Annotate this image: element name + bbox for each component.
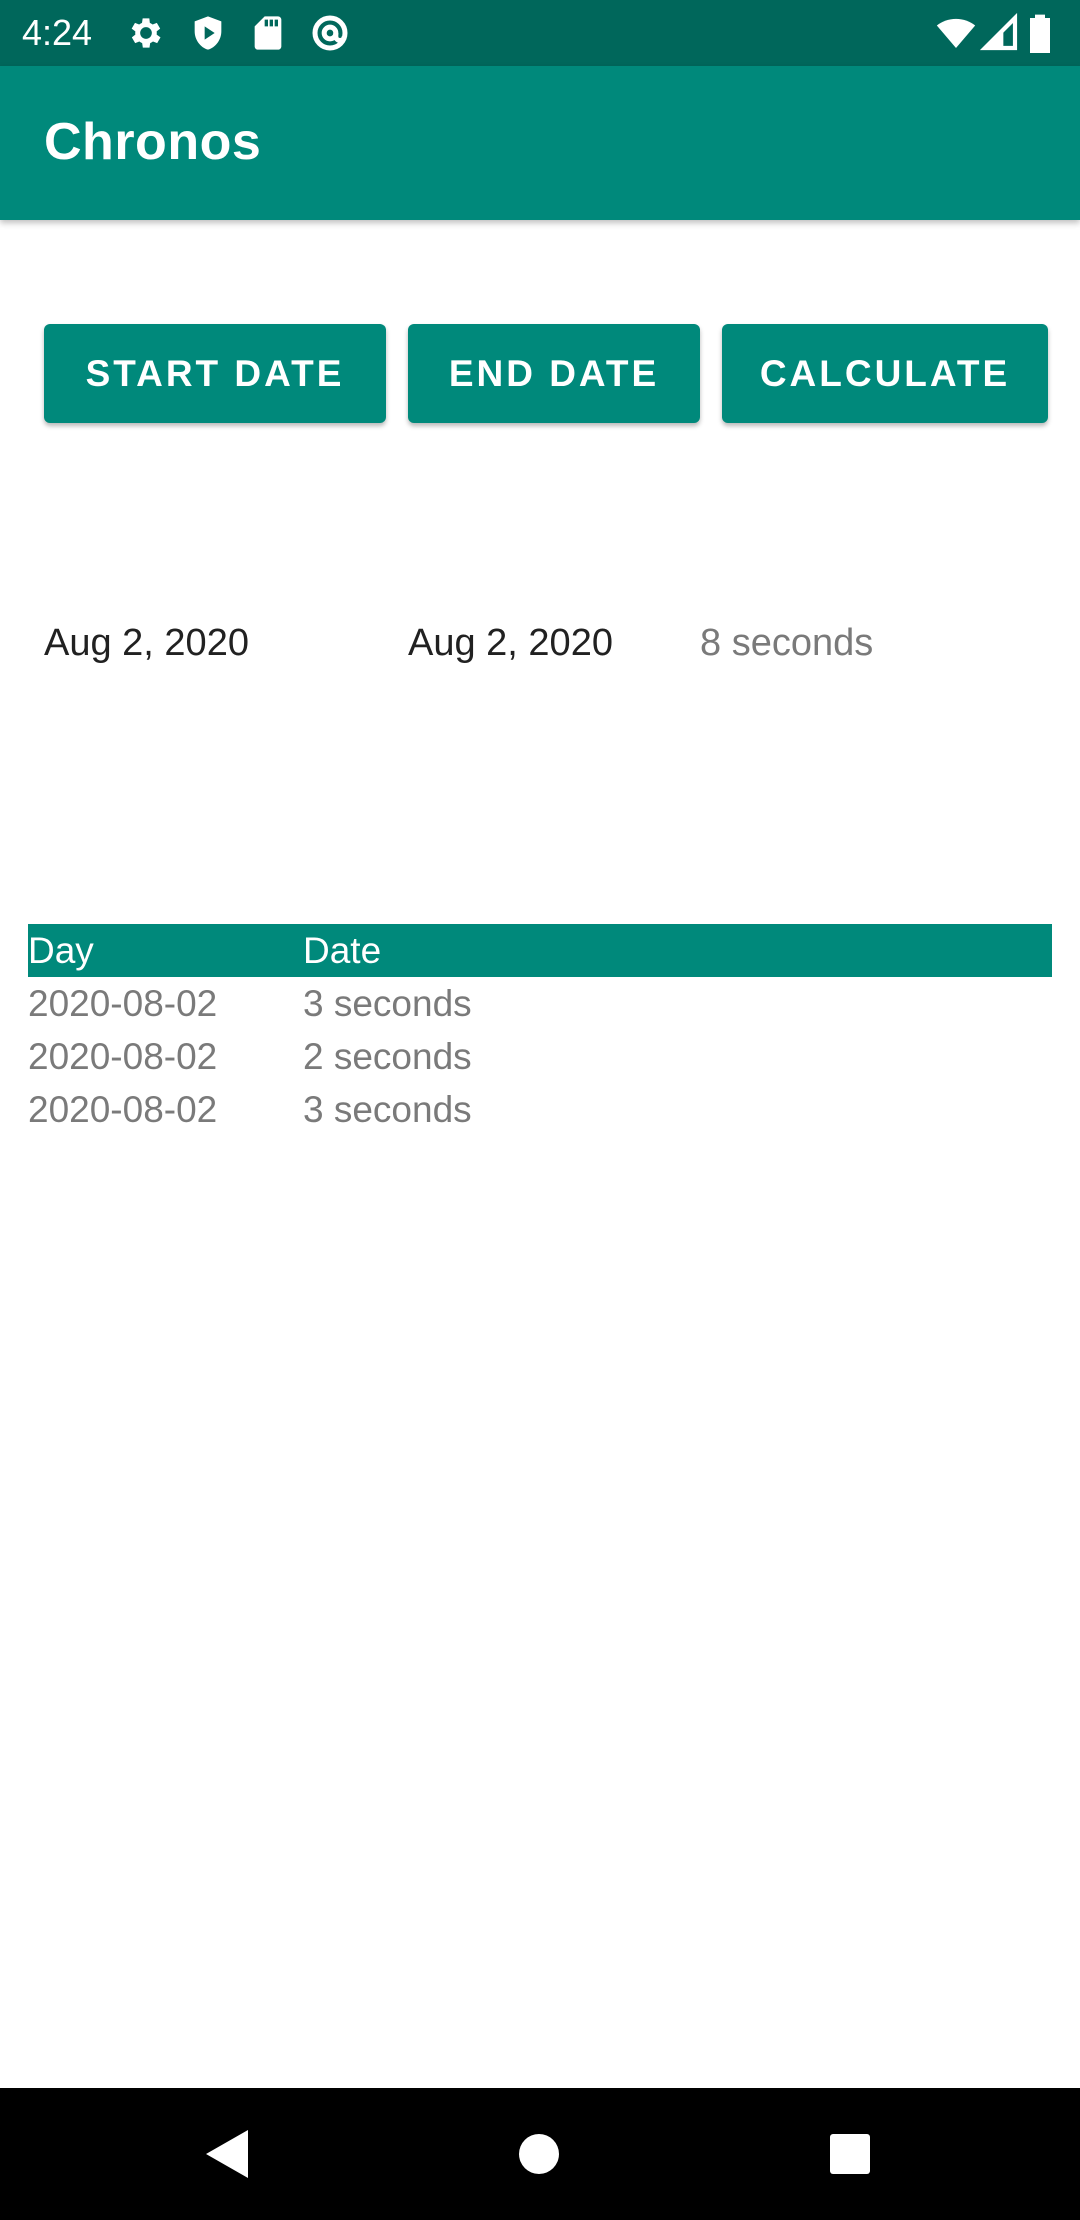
table-row: 2020-08-02 2 seconds xyxy=(28,1030,1052,1083)
settings-icon xyxy=(126,13,166,53)
recents-icon[interactable] xyxy=(814,2118,886,2190)
start-date-value: Aug 2, 2020 xyxy=(44,622,249,664)
cell-signal-icon xyxy=(980,13,1020,53)
screen: 4:24 Chronos START DATE END DATE CALCULA… xyxy=(0,0,1080,2220)
row-day: 2020-08-02 xyxy=(28,1089,218,1130)
status-time: 4:24 xyxy=(22,12,93,53)
end-date-button[interactable]: END DATE xyxy=(408,324,700,423)
at-sign-icon xyxy=(310,13,350,53)
header-day: Day xyxy=(28,930,94,971)
row-duration: 2 seconds xyxy=(303,1036,472,1077)
header-date: Date xyxy=(303,930,382,971)
table-row: 2020-08-02 3 seconds xyxy=(28,1083,1052,1136)
back-icon[interactable] xyxy=(190,2118,262,2190)
start-date-button[interactable]: START DATE xyxy=(44,324,386,423)
duration-table: Day Date 2020-08-02 3 seconds 2020-08-02… xyxy=(28,924,1052,1136)
app-bar: Chronos xyxy=(0,66,1080,220)
status-bar: 4:24 xyxy=(0,0,1080,66)
calculate-button[interactable]: CALCULATE xyxy=(722,324,1048,423)
home-icon[interactable] xyxy=(503,2118,575,2190)
row-duration: 3 seconds xyxy=(303,1089,472,1130)
end-date-value: Aug 2, 2020 xyxy=(408,622,613,664)
sd-card-icon xyxy=(248,13,288,53)
total-duration-value: 8 seconds xyxy=(700,622,874,664)
navigation-bar xyxy=(0,2088,1080,2220)
wifi-icon xyxy=(936,13,976,53)
table-row: 2020-08-02 3 seconds xyxy=(28,977,1052,1030)
battery-icon xyxy=(1028,13,1058,53)
shield-icon xyxy=(188,13,228,53)
app-title: Chronos xyxy=(44,113,262,171)
row-duration: 3 seconds xyxy=(303,983,472,1024)
table-header: Day Date xyxy=(28,924,1052,977)
row-day: 2020-08-02 xyxy=(28,983,218,1024)
row-day: 2020-08-02 xyxy=(28,1036,218,1077)
